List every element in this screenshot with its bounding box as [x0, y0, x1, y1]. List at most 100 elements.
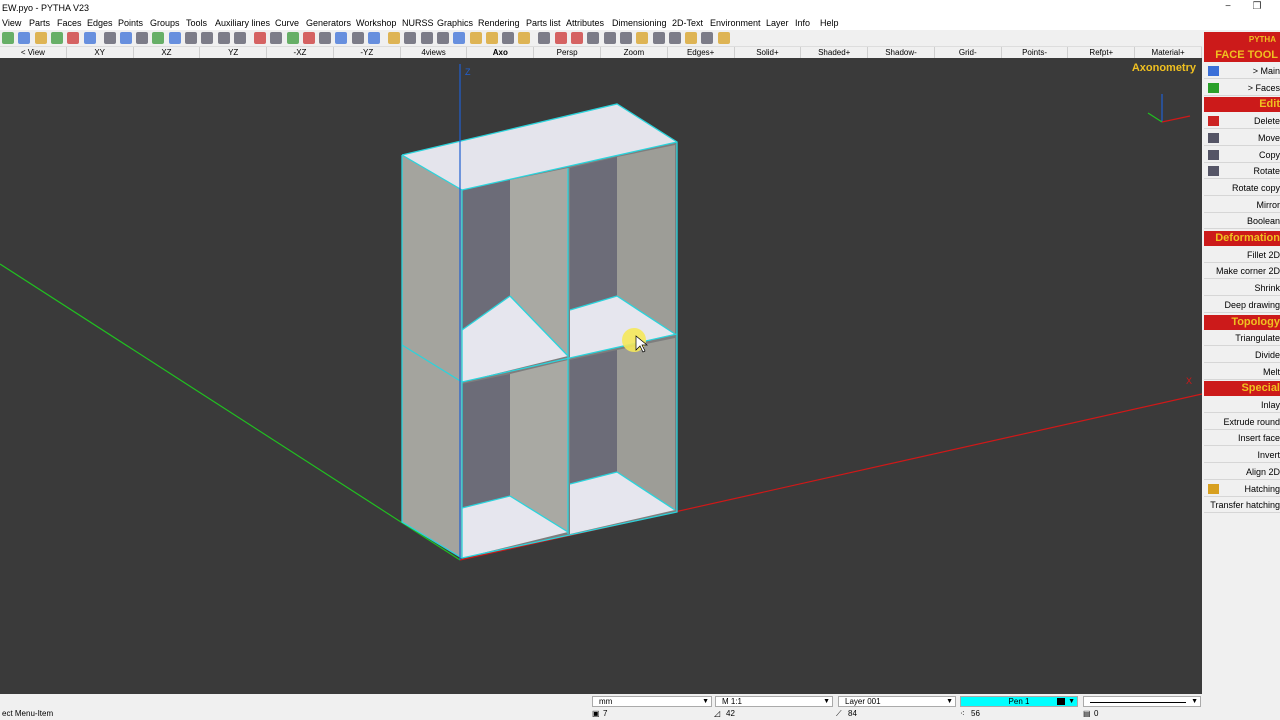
tool-button-boolean[interactable]: Boolean [1204, 214, 1280, 230]
view-button-shadow[interactable]: Shadow- [868, 47, 935, 58]
toolbar-tool-icon[interactable] [554, 32, 567, 44]
scale-select[interactable]: M 1:1 ▼ [715, 696, 833, 707]
menu-graphics[interactable]: Graphics [437, 18, 473, 28]
view-button-4views[interactable]: 4views [401, 47, 468, 58]
toolbar-tool-icon[interactable] [351, 32, 364, 44]
tool-button-mirror[interactable]: Mirror [1204, 197, 1280, 213]
menu-help[interactable]: Help [820, 18, 839, 28]
tool-button-extrude-round[interactable]: Extrude round [1204, 414, 1280, 430]
menu-layer[interactable]: Layer [766, 18, 789, 28]
menu-view[interactable]: View [2, 18, 21, 28]
toolbar-tool-icon[interactable] [388, 32, 400, 44]
view-button-yz[interactable]: YZ [200, 47, 268, 58]
unit-select[interactable]: mm ▼ [592, 696, 712, 707]
view-button-persp[interactable]: Persp [534, 47, 601, 58]
menu-faces[interactable]: Faces [57, 18, 82, 28]
toolbar-tool-icon[interactable] [701, 32, 714, 44]
tool-button-inlay[interactable]: Inlay [1204, 398, 1280, 413]
view-button-view[interactable]: < View [0, 47, 67, 58]
toolbar-tool-icon[interactable] [502, 32, 515, 44]
menu-parts[interactable]: Parts [29, 18, 50, 28]
menu-parts-list[interactable]: Parts list [526, 18, 561, 28]
tool-button-melt[interactable]: Melt [1204, 364, 1280, 380]
toolbar-tool-icon[interactable] [119, 32, 132, 44]
toolbar-tool-icon[interactable] [253, 32, 266, 44]
toolbar-tool-icon[interactable] [233, 32, 246, 44]
toolbar-tool-icon[interactable] [18, 32, 31, 44]
menu-environment[interactable]: Environment [710, 18, 761, 28]
toolbar-tool-icon[interactable] [335, 32, 348, 44]
toolbar-tool-icon[interactable] [185, 32, 197, 44]
view-button-solid[interactable]: Solid+ [735, 47, 802, 58]
view-button-shaded[interactable]: Shaded+ [801, 47, 869, 58]
toolbar-tool-icon[interactable] [302, 32, 315, 44]
toolbar-tool-icon[interactable] [636, 32, 649, 44]
toolbar-tool-icon[interactable] [571, 32, 583, 44]
menu-workshop[interactable]: Workshop [356, 18, 396, 28]
toolbar-tool-icon[interactable] [453, 32, 466, 44]
toolbar-tool-icon[interactable] [717, 32, 730, 44]
view-button-material[interactable]: Material+ [1135, 47, 1202, 58]
toolbar-tool-icon[interactable] [270, 32, 283, 44]
toolbar-tool-icon[interactable] [685, 32, 698, 44]
menu-auxiliary-lines[interactable]: Auxiliary lines [215, 18, 270, 28]
toolbar-tool-icon[interactable] [83, 32, 96, 44]
tool-button-shrink[interactable]: Shrink [1204, 281, 1280, 297]
toolbar-tool-icon[interactable] [34, 32, 47, 44]
toolbar-tool-icon[interactable] [652, 32, 665, 44]
minimize-button[interactable]: − [1221, 1, 1235, 14]
menu-points[interactable]: Points [118, 18, 143, 28]
tool-button-faces[interactable]: > Faces [1204, 80, 1280, 96]
toolbar-tool-icon[interactable] [368, 32, 380, 44]
toolbar-tool-icon[interactable] [152, 32, 165, 44]
tool-button-delete[interactable]: Delete [1204, 114, 1280, 130]
menu-dimensioning[interactable]: Dimensioning [612, 18, 667, 28]
toolbar-tool-icon[interactable] [217, 32, 230, 44]
tool-button-copy[interactable]: Copy [1204, 147, 1280, 163]
menu-groups[interactable]: Groups [150, 18, 180, 28]
tool-button-divide[interactable]: Divide [1204, 347, 1280, 363]
linestyle-select[interactable]: ▼ [1083, 696, 1201, 707]
menu-info[interactable]: Info [795, 18, 810, 28]
toolbar-tool-icon[interactable] [538, 32, 551, 44]
menu-rendering[interactable]: Rendering [478, 18, 520, 28]
toolbar-tool-icon[interactable] [201, 32, 214, 44]
toolbar-tool-icon[interactable] [286, 32, 299, 44]
menu-curve[interactable]: Curve [275, 18, 299, 28]
menu-nurss[interactable]: NURSS [402, 18, 434, 28]
tool-button-rotate-copy[interactable]: Rotate copy [1204, 180, 1280, 196]
toolbar-tool-icon[interactable] [420, 32, 433, 44]
view-button-yz[interactable]: -YZ [334, 47, 401, 58]
view-button-points[interactable]: Points- [1002, 47, 1069, 58]
tool-button-main[interactable]: > Main [1204, 64, 1280, 79]
toolbar-tool-icon[interactable] [436, 32, 449, 44]
restore-button[interactable]: ❐ [1250, 1, 1264, 14]
toolbar-tool-icon[interactable] [2, 32, 14, 44]
toolbar-tool-icon[interactable] [50, 32, 63, 44]
view-button-refpt[interactable]: Refpt+ [1068, 47, 1136, 58]
toolbar-tool-icon[interactable] [404, 32, 417, 44]
tool-button-align-2d[interactable]: Align 2D [1204, 464, 1280, 480]
toolbar-tool-icon[interactable] [319, 32, 332, 44]
toolbar-tool-icon[interactable] [603, 32, 616, 44]
view-button-xy[interactable]: XY [67, 47, 134, 58]
tool-button-transfer-hatching[interactable]: Transfer hatching [1204, 498, 1280, 514]
tool-button-make-corner-2d[interactable]: Make corner 2D [1204, 264, 1280, 280]
view-button-edges[interactable]: Edges+ [668, 47, 735, 58]
tool-button-triangulate[interactable]: Triangulate [1204, 331, 1280, 347]
view-button-zoom[interactable]: Zoom [601, 47, 668, 58]
menu-attributes[interactable]: Attributes [566, 18, 604, 28]
view-button-xz[interactable]: -XZ [267, 47, 334, 58]
layer-select[interactable]: Layer 001 ▼ [838, 696, 956, 707]
menu-2d-text[interactable]: 2D-Text [672, 18, 703, 28]
tool-button-hatching[interactable]: Hatching [1204, 481, 1280, 497]
toolbar-tool-icon[interactable] [103, 32, 116, 44]
tool-button-move[interactable]: Move [1204, 130, 1280, 146]
toolbar-tool-icon[interactable] [518, 32, 531, 44]
toolbar-tool-icon[interactable] [469, 32, 482, 44]
toolbar-tool-icon[interactable] [587, 32, 600, 44]
toolbar-tool-icon[interactable] [136, 32, 149, 44]
toolbar-tool-icon[interactable] [668, 32, 681, 44]
tool-button-fillet-2d[interactable]: Fillet 2D [1204, 247, 1280, 263]
tool-button-rotate[interactable]: Rotate [1204, 164, 1280, 180]
